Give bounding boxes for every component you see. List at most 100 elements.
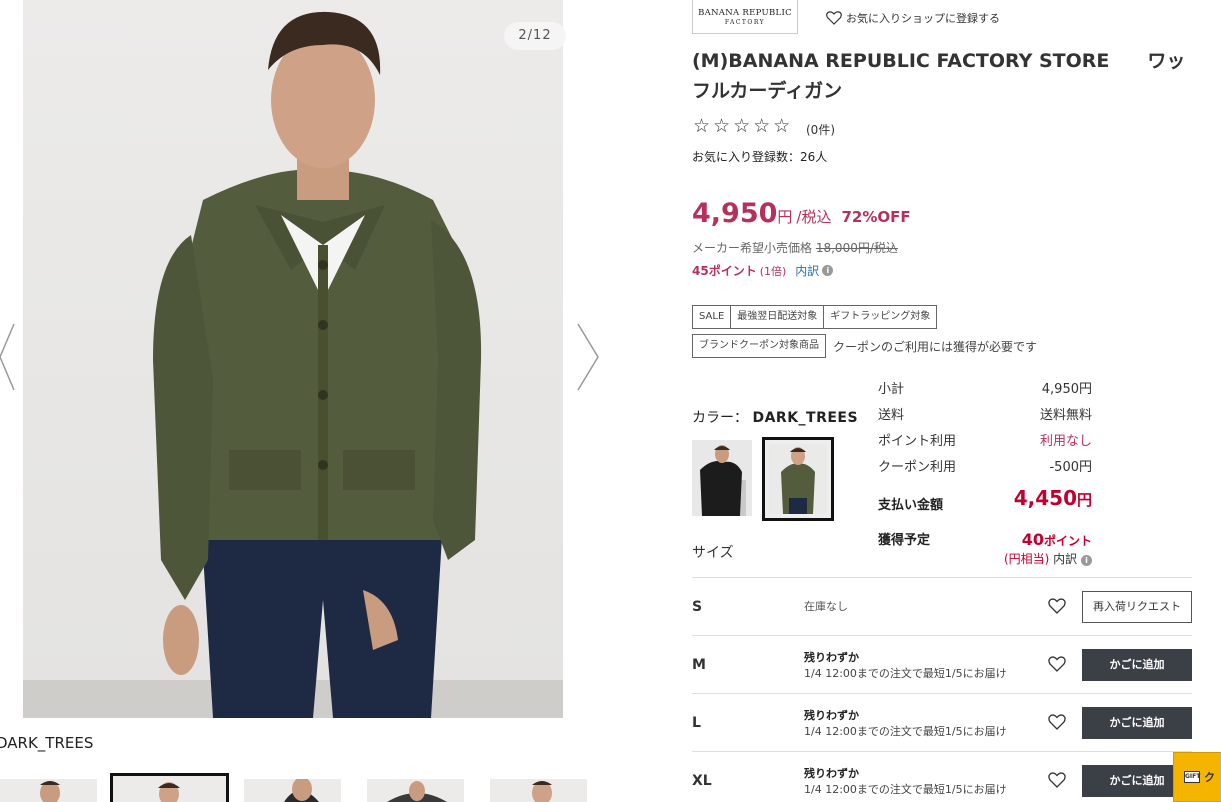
size-row-xl: XL 残りわずか 1/4 12:00までの注文で最短1/5にお届け かごに追加	[692, 752, 1192, 802]
stock-status: 残りわずか	[804, 767, 859, 780]
pay-amount-yen: 円	[1076, 491, 1092, 509]
gallery-color-name: DARK_TREES	[0, 734, 94, 752]
thumbnail[interactable]	[490, 779, 587, 802]
info-icon[interactable]: i	[822, 265, 834, 276]
color-value: DARK_TREES	[752, 410, 859, 426]
stock-status: 残りわずか	[804, 651, 859, 664]
size-row-s: S 在庫なし 再入荷リクエスト	[692, 578, 1192, 636]
heart-icon[interactable]	[1048, 771, 1066, 789]
thumbnail-strip	[0, 773, 600, 802]
stock-status: 残りわずか	[804, 709, 859, 722]
thumbnail[interactable]	[0, 779, 97, 802]
tag-gift-wrap[interactable]: ギフトラッピング対象	[823, 305, 938, 329]
heart-icon[interactable]	[1048, 655, 1066, 673]
size-row-m: M 残りわずか 1/4 12:00までの注文で最短1/5にお届け かごに追加	[692, 636, 1192, 694]
shop-logo-line2: FACTORY	[724, 19, 766, 26]
earn-breakdown-link[interactable]: 内訳	[1053, 552, 1077, 566]
price-amount: 4,950	[692, 198, 778, 229]
floating-coupon-label: ク	[1204, 771, 1215, 784]
thumbnail-selected[interactable]	[110, 773, 229, 802]
tag-sale[interactable]: SALE	[692, 305, 732, 329]
rating-stars[interactable]: ☆☆☆☆☆	[693, 115, 793, 137]
size-row-l: L 残りわずか 1/4 12:00までの注文で最短1/5にお届け かごに追加	[692, 694, 1192, 752]
earn-amount: 40ポイント	[990, 530, 1092, 549]
thumbnail[interactable]	[367, 779, 464, 802]
summary-subtotal: 小計 4,950円	[878, 378, 1092, 404]
photo-counter: 2/12	[504, 22, 566, 50]
gift-icon: GIFT	[1184, 771, 1200, 783]
shipping-label: 送料	[878, 408, 905, 423]
delivery-estimate: 1/4 12:00までの注文で最短1/5にお届け	[804, 725, 1007, 738]
color-swatch-dark-trees[interactable]	[762, 437, 834, 521]
price-block: 4,950 円 /税込 72%OFF	[692, 198, 911, 229]
earn-label: 獲得予定	[878, 533, 931, 548]
fav-shop-button[interactable]: お気に入りショップに登録する	[826, 10, 1000, 26]
restock-request-button[interactable]: 再入荷リクエスト	[1082, 591, 1192, 623]
chevron-right-icon	[577, 323, 599, 391]
pay-amount: 4,450円	[1000, 486, 1092, 510]
earn-amount-value: 40	[1021, 530, 1044, 549]
points-use-label: ポイント利用	[878, 434, 957, 449]
earn-sub: (円相当) 内訳 i	[990, 550, 1092, 567]
prev-image-arrow[interactable]	[0, 322, 22, 392]
favorite-count: お気に入り登録数：26人	[692, 150, 828, 164]
points-use-value[interactable]: 利用なし	[1040, 430, 1092, 449]
delivery-estimate: 1/4 12:00までの注文で最短1/5にお届け	[804, 783, 1007, 796]
msrp: メーカー希望小売価格 18,000円/税込	[692, 239, 898, 256]
points-multiplier: (1倍)	[759, 264, 787, 278]
msrp-value: 18,000円/税込	[815, 241, 898, 255]
thumbnail[interactable]	[244, 779, 341, 802]
add-to-cart-button[interactable]: かごに追加	[1082, 649, 1192, 681]
size-name: L	[692, 715, 701, 731]
earn-equiv: (円相当)	[1003, 552, 1050, 566]
color-label: カラー： DARK_TREES	[692, 407, 858, 427]
size-table: S 在庫なし 再入荷リクエスト M 残りわずか 1/4 12:00までの注文で最…	[692, 577, 1192, 802]
msrp-label: メーカー希望小売価格	[692, 241, 813, 255]
heart-icon[interactable]	[1048, 597, 1066, 615]
delivery-estimate: 1/4 12:00までの注文で最短1/5にお届け	[804, 667, 1007, 680]
pay-label: 支払い金額	[878, 498, 944, 513]
floating-coupon-button[interactable]: GIFT ク	[1173, 752, 1221, 802]
subtotal-value: 4,950円	[1041, 382, 1092, 397]
points-amount: 45ポイント	[692, 264, 757, 278]
add-to-cart-button[interactable]: かごに追加	[1082, 707, 1192, 739]
stock-status: 在庫なし	[804, 600, 848, 613]
earn-amount-unit: ポイント	[1043, 534, 1092, 548]
summary-shipping: 送料 送料無料	[878, 404, 1092, 430]
color-label-prefix: カラー：	[692, 410, 748, 426]
shop-logo[interactable]: BANANA REPUBLIC FACTORY	[692, 0, 798, 34]
main-product-image[interactable]	[23, 0, 563, 718]
product-title: (M)BANANA REPUBLIC FACTORY STORE ワッフルカーデ…	[692, 50, 1186, 102]
size-name: S	[692, 599, 703, 615]
info-icon[interactable]: i	[1081, 555, 1092, 566]
price-summary: 小計 4,950円 送料 送料無料 ポイント利用 利用なし クーポン利用 -50…	[878, 378, 1092, 482]
coupon-row: ブランドクーポン対象商品 クーポンのご利用には獲得が必要です	[692, 334, 1037, 358]
coupon-note: クーポンのご利用には獲得が必要です	[833, 339, 1038, 354]
heart-icon[interactable]	[1048, 713, 1066, 731]
coupon-use-value: -500円	[1049, 460, 1092, 475]
shop-logo-line1: BANANA REPUBLIC	[698, 8, 792, 18]
tag-brand-coupon[interactable]: ブランドクーポン対象商品	[692, 334, 826, 358]
pay-amount-value: 4,450	[1013, 486, 1077, 510]
points-info: 45ポイント (1倍) 内訳 i	[692, 262, 834, 279]
size-name: M	[692, 657, 706, 673]
price-tax: /税込	[796, 208, 832, 226]
summary-coupon-use: クーポン利用 -500円	[878, 456, 1092, 482]
subtotal-label: 小計	[878, 382, 905, 397]
size-name: XL	[692, 773, 712, 789]
next-image-arrow[interactable]	[574, 322, 604, 392]
heart-icon	[826, 11, 842, 25]
size-label: サイズ	[692, 545, 734, 561]
shipping-value: 送料無料	[1039, 408, 1092, 423]
chevron-left-icon	[0, 323, 15, 391]
review-count[interactable]: (0件)	[806, 121, 835, 138]
fav-shop-label: お気に入りショップに登録する	[846, 12, 1000, 25]
color-swatch-black[interactable]	[692, 440, 752, 516]
tag-fast-delivery[interactable]: 最強翌日配送対象	[730, 305, 825, 329]
summary-points-use: ポイント利用 利用なし	[878, 430, 1092, 456]
points-breakdown-link[interactable]: 内訳	[795, 262, 819, 279]
discount-rate: 72%OFF	[841, 208, 911, 226]
coupon-use-label: クーポン利用	[878, 460, 957, 475]
price-yen: 円	[777, 208, 793, 226]
tag-list: SALE 最強翌日配送対象 ギフトラッピング対象	[692, 305, 938, 329]
